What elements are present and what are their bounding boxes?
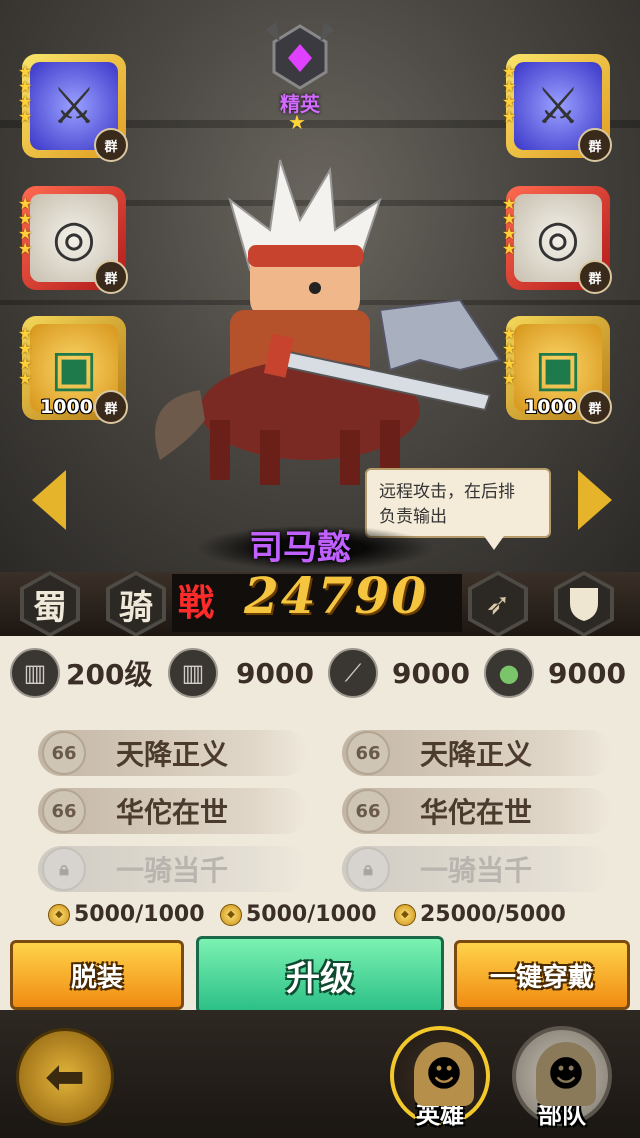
faction-badge: 群 [94, 128, 128, 162]
stat-armor: ▥ 9000 [168, 648, 314, 698]
skill-name: 华佗在世 [116, 796, 229, 829]
cost-unequip: ◆ 5000/1000 [48, 902, 205, 927]
item-count: 1000 [524, 396, 577, 418]
troops-avatar-icon: ☻ [536, 1042, 596, 1106]
troops-icon: ● [484, 648, 534, 698]
equip-slot-right-1[interactable]: ⚔ ★ ★ ★ ★ 群 [502, 54, 612, 162]
back-arrow-icon: ⬅ [44, 1049, 86, 1105]
stat-troops: ● 9000 [484, 648, 626, 698]
cost-value: 25000/5000 [420, 902, 566, 927]
star-rating: ★ ★ ★ ★ [18, 62, 33, 126]
prev-hero-arrow-icon[interactable] [32, 470, 66, 530]
skill-level: 66 [42, 731, 86, 775]
armor-book-icon: ▥ [168, 648, 218, 698]
tooltip-line-1: 远程攻击，在后排 [379, 482, 515, 502]
level-book-icon: ▥ [10, 648, 60, 698]
faction-badge: 群 [94, 390, 128, 424]
upgrade-button[interactable]: 升级 [196, 936, 444, 1014]
cost-value: 5000/1000 [74, 902, 205, 927]
cost-value: 5000/1000 [246, 902, 377, 927]
coin-icon: ◆ [48, 903, 70, 926]
star-rating: ★ ★ ★ ★ [18, 194, 33, 258]
skill-name: 华佗在世 [420, 796, 533, 829]
combat-power-value: 24790 [244, 566, 428, 625]
equip-all-button[interactable]: 一键穿戴 [454, 940, 630, 1010]
cost-upgrade: ◆ 5000/1000 [220, 902, 377, 927]
skill-level: 66 [346, 789, 390, 833]
back-button[interactable]: ⬅ [16, 1028, 114, 1126]
skill-row[interactable]: 66 华佗在世 [342, 788, 612, 834]
nav-troops-tab[interactable]: ☻ 部队 [512, 1026, 612, 1129]
stat-level: ▥ 200级 [10, 648, 152, 698]
faction-badge: 群 [578, 128, 612, 162]
skill-row[interactable]: 66 华佗在世 [38, 788, 308, 834]
blade-icon: ⟋ [328, 648, 378, 698]
item-count: 1000 [40, 396, 93, 418]
skill-name: 天降正义 [116, 738, 229, 771]
star-rating: ★ ★ ★ ★ [502, 194, 517, 258]
stat-attack-value: 9000 [392, 656, 470, 690]
skill-row-locked[interactable]: 🔒︎ 一骑当千 [342, 846, 612, 892]
stat-troops-value: 9000 [548, 656, 626, 690]
shield-icon [570, 588, 598, 621]
hero-name: 司马懿 [249, 528, 351, 568]
faction-badge: 群 [578, 260, 612, 294]
nav-hero-tab[interactable]: ☻ 英雄 [390, 1026, 490, 1129]
skill-row-locked[interactable]: 🔒︎ 一骑当千 [38, 846, 308, 892]
stat-level-value: 200级 [66, 658, 153, 691]
lock-icon: 🔒︎ [42, 847, 86, 891]
faction-label: 蜀 [33, 587, 67, 628]
hero-sprite [155, 159, 502, 485]
star-rating: ★ ★ ★ ★ [18, 324, 33, 388]
equip-slot-left-3[interactable]: ▣ ★ ★ ★ ★ 1000 群 [18, 316, 128, 424]
skill-level: 66 [346, 731, 390, 775]
skill-name: 天降正义 [420, 738, 533, 771]
unequip-button[interactable]: 脱装 [10, 940, 184, 1010]
equip-slot-left-2[interactable]: ◎ ★ ★ ★ ★ 群 [18, 186, 128, 294]
skill-row[interactable]: 66 天降正义 [342, 730, 612, 776]
skill-name: 一骑当千 [116, 854, 229, 887]
lock-icon: 🔒︎ [346, 847, 390, 891]
power-label: 戦 [178, 582, 215, 624]
equip-slot-right-3[interactable]: ▣ ★ ★ ★ ★ 1000 群 [502, 316, 612, 424]
faction-badge: 群 [578, 390, 612, 424]
star-rating: ★ ★ ★ ★ [502, 324, 517, 388]
equip-slot-left-1[interactable]: ⚔ ★ ★ ★ ★ 群 [18, 54, 128, 162]
hero-avatar-icon: ☻ [414, 1042, 474, 1106]
skill-level: 66 [42, 789, 86, 833]
tooltip-tail [484, 536, 504, 550]
unit-type-label: 骑 [119, 587, 153, 628]
next-hero-arrow-icon[interactable] [578, 470, 612, 530]
rank-star-icon: ★ [288, 110, 306, 134]
star-rating: ★ ★ ★ ★ [502, 62, 517, 126]
stat-attack: ⟋ 9000 [328, 648, 470, 698]
equip-slot-right-2[interactable]: ◎ ★ ★ ★ ★ 群 [502, 186, 612, 294]
stat-armor-value: 9000 [236, 656, 314, 690]
skill-name: 一骑当千 [420, 854, 533, 887]
cost-equip-all: ◆ 25000/5000 [394, 902, 566, 927]
bow-icon: ➶ [485, 586, 511, 622]
skill-row[interactable]: 66 天降正义 [38, 730, 308, 776]
coin-icon: ◆ [220, 903, 242, 926]
coin-icon: ◆ [394, 903, 416, 926]
faction-badge: 群 [94, 260, 128, 294]
rank-emblem-icon [266, 22, 334, 90]
